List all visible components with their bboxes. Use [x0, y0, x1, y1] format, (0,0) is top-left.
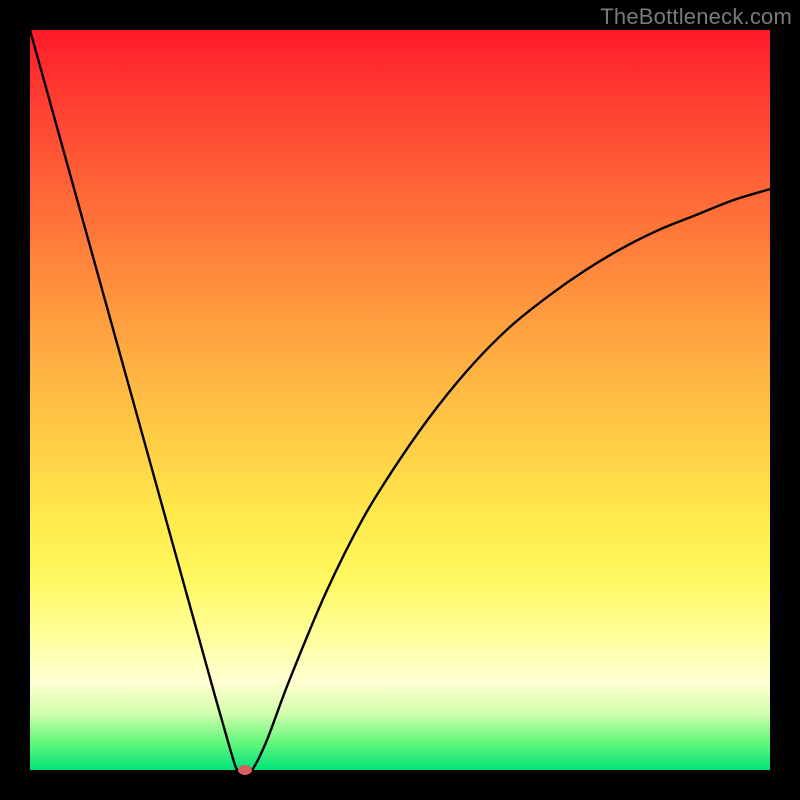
watermark-text: TheBottleneck.com	[600, 4, 792, 30]
optimal-marker	[238, 765, 252, 775]
plot-area	[30, 30, 770, 770]
bottleneck-curve	[30, 30, 770, 770]
chart-frame: TheBottleneck.com	[0, 0, 800, 800]
